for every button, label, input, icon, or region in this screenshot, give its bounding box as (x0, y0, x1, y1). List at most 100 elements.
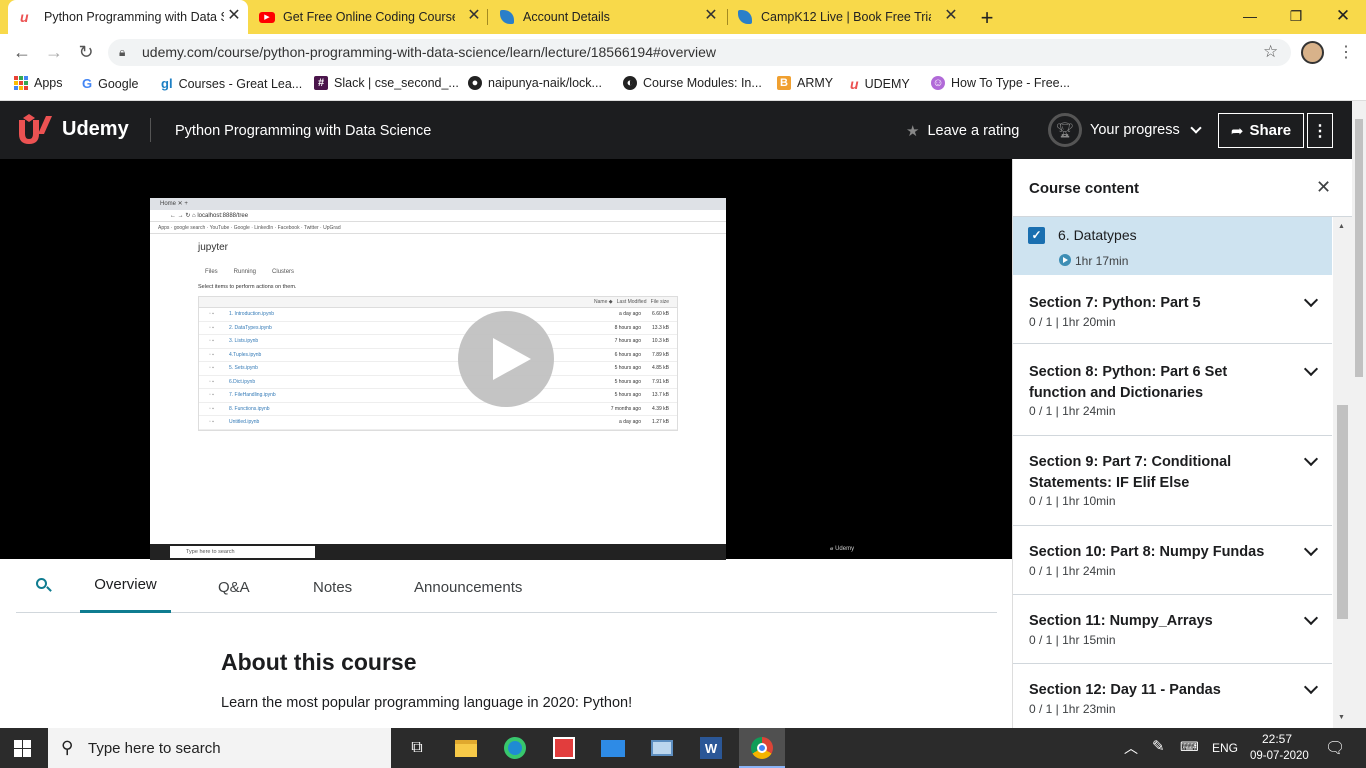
tab-youtube[interactable]: ▶ Get Free Online Coding Courses ✕ (250, 0, 488, 34)
windows-start-icon[interactable] (14, 740, 32, 757)
progress-label: Your progress (1090, 122, 1180, 138)
bookmark-how-to-type[interactable]: ☺ How To Type - Free... (931, 76, 1070, 90)
bookmark-label: Google (98, 76, 139, 91)
section-7[interactable]: Section 7: Python: Part 5 0 / 1 | 1hr 20… (1013, 275, 1332, 344)
course-title[interactable]: Python Programming with Data Science (175, 123, 431, 139)
progress-dropdown[interactable]: 🏆︎ Your progress (1048, 113, 1202, 147)
notification-icon[interactable]: 🗨︎ (1325, 738, 1345, 758)
forward-arrow-icon[interactable]: → (44, 42, 64, 63)
chevron-up-icon[interactable]: ︿ (1124, 738, 1138, 758)
campk12-icon (500, 10, 514, 24)
lock-icon[interactable]: 🔒︎ (119, 45, 125, 60)
video-watermark: 𝓊 Udemy (830, 546, 855, 552)
bookmark-label: Course Modules: In... (643, 76, 762, 90)
chevron-down-icon (1303, 610, 1319, 626)
search-icon[interactable] (36, 578, 52, 594)
video-frame: Home ✕ + ← → ↻ ⌂ localhost:8888/tree App… (150, 198, 726, 560)
new-tab-plus-icon[interactable]: + (977, 5, 997, 31)
udemy-header: Udemy Python Programming with Data Scien… (0, 101, 1352, 159)
tab-notes[interactable]: Notes (313, 579, 352, 596)
close-tab-icon[interactable]: ✕ (703, 8, 719, 24)
section-meta: 0 / 1 | 1hr 24min (1029, 564, 1116, 578)
inner-file-row: ▫ ▪ 7. FileHandling.ipynb 5 hours ago 13.7 … (199, 389, 677, 403)
more-options-icon[interactable]: ⋮ (1307, 113, 1333, 148)
gift-icon[interactable] (550, 734, 578, 762)
clock-time[interactable]: 22:57 (1262, 732, 1292, 746)
course-modules-icon: ◐ (623, 76, 637, 90)
page-scrollbar[interactable] (1352, 101, 1366, 728)
tab-overview[interactable]: Overview (80, 559, 171, 613)
chevron-down-icon (1303, 679, 1319, 695)
bookmark-great-learning[interactable]: gl Courses - Great Lea... (161, 76, 302, 91)
army-icon: B (777, 76, 791, 90)
bookmark-slack[interactable]: # Slack | cse_second_... (314, 76, 459, 90)
language-indicator[interactable]: ENG (1212, 741, 1238, 755)
github-icon: ● (468, 76, 482, 90)
video-player[interactable]: Home ✕ + ← → ↻ ⌂ localhost:8888/tree App… (0, 159, 1012, 560)
chrome-taskbar-button[interactable] (739, 728, 785, 768)
back-arrow-icon[interactable]: ← (12, 42, 32, 63)
task-view-icon[interactable]: ⧉ (403, 734, 431, 762)
taskbar-search-box[interactable]: ⚲ Type here to search (48, 728, 391, 768)
profile-avatar[interactable] (1301, 41, 1324, 64)
chrome-menu-icon[interactable]: ⋮ (1338, 42, 1354, 62)
tab-account-details[interactable]: Account Details ✕ (490, 0, 725, 34)
mail-icon[interactable] (599, 734, 627, 762)
tab-qa[interactable]: Q&A (218, 579, 250, 596)
bookmark-github[interactable]: ● naipunya-naik/lock... (468, 76, 602, 90)
sidebar-scrollbar[interactable]: ▲ ▼ (1333, 217, 1352, 728)
pen-icon[interactable]: ✎ (1152, 737, 1165, 755)
pc-icon[interactable] (648, 734, 676, 762)
tab-announcements[interactable]: Announcements (414, 579, 522, 596)
share-button[interactable]: ➦ Share (1218, 113, 1304, 148)
checkbox-checked-icon[interactable]: ✓ (1028, 227, 1045, 244)
close-tab-icon[interactable]: ✕ (943, 8, 959, 24)
sidebar-title: Course content (1029, 180, 1140, 197)
section-11[interactable]: Section 11: Numpy_Arrays 0 / 1 | 1hr 15m… (1013, 595, 1332, 664)
inner-file-row: ▫ ▪ 5. Sets.ipynb 5 hours ago 4.85 kB (199, 362, 677, 376)
close-tab-icon[interactable]: ✕ (226, 8, 242, 24)
leave-rating-label: Leave a rating (927, 123, 1020, 139)
section-title: Section 8: Python: Part 6 Set function a… (1029, 364, 1228, 401)
close-sidebar-icon[interactable]: ✕ (1316, 177, 1331, 198)
bookmark-google[interactable]: G Google (82, 76, 138, 91)
chevron-down-icon (1190, 122, 1202, 134)
window-close-icon[interactable]: ✕ (1320, 0, 1366, 32)
bookmark-star-icon[interactable]: ☆ (1263, 42, 1278, 62)
section-8[interactable]: Section 8: Python: Part 6 Set function a… (1013, 344, 1332, 436)
bookmark-army[interactable]: B ARMY (777, 76, 833, 90)
course-content-sidebar: Course content ✕ ✓ 6. Datatypes 1hr 17mi… (1012, 159, 1352, 728)
tab-campk12[interactable]: CampK12 Live | Book Free Trial ✕ (730, 0, 965, 34)
section-meta: 0 / 1 | 1hr 10min (1029, 494, 1116, 508)
section-12[interactable]: Section 12: Day 11 - Pandas 0 / 1 | 1hr … (1013, 664, 1332, 728)
clock-date[interactable]: 09-07-2020 (1250, 750, 1309, 762)
bookmark-course-modules[interactable]: ◐ Course Modules: In... (623, 76, 762, 90)
bookmark-apps[interactable]: Apps (14, 76, 63, 90)
section-10[interactable]: Section 10: Part 8: Numpy Fundas 0 / 1 |… (1013, 526, 1332, 595)
restore-icon[interactable]: ❐ (1273, 0, 1319, 32)
leave-rating-button[interactable]: ★ Leave a rating (906, 122, 1019, 140)
google-icon: G (82, 76, 93, 91)
tab-title: Account Details (523, 10, 610, 24)
keyboard-icon[interactable]: ⌨ (1180, 739, 1199, 755)
udemy-logo[interactable]: Udemy (16, 112, 129, 146)
bookmark-label: How To Type - Free... (951, 76, 1071, 90)
search-icon: ⚲ (61, 738, 74, 757)
inner-taskbar: Type here to search (150, 544, 726, 560)
inner-file-row: ▫ ▪ 4.Tuples.ipynb 6 hours ago 7.89 kB (199, 349, 677, 362)
minimize-icon[interactable]: — (1227, 0, 1273, 32)
section-9[interactable]: Section 9: Part 7: Conditional Statement… (1013, 436, 1332, 526)
word-icon[interactable]: W (697, 734, 725, 762)
trophy-icon: 🏆︎ (1048, 113, 1082, 147)
play-button[interactable] (458, 311, 554, 407)
tab-title: Get Free Online Coding Courses (283, 10, 455, 24)
close-tab-icon[interactable]: ✕ (466, 8, 482, 24)
current-lecture-item[interactable]: ✓ 6. Datatypes 1hr 17min (1013, 217, 1332, 275)
file-explorer-icon[interactable] (452, 734, 480, 762)
inner-tabs: Files Running Clusters (205, 269, 295, 275)
url-text[interactable]: udemy.com/course/python-programming-with… (142, 44, 716, 60)
bookmark-udemy[interactable]: u UDEMY (850, 76, 910, 92)
tab-udemy[interactable]: u Python Programming with Data S ✕ (8, 0, 248, 34)
edge-icon[interactable] (501, 734, 529, 762)
reload-icon[interactable]: ↻ (76, 42, 96, 63)
